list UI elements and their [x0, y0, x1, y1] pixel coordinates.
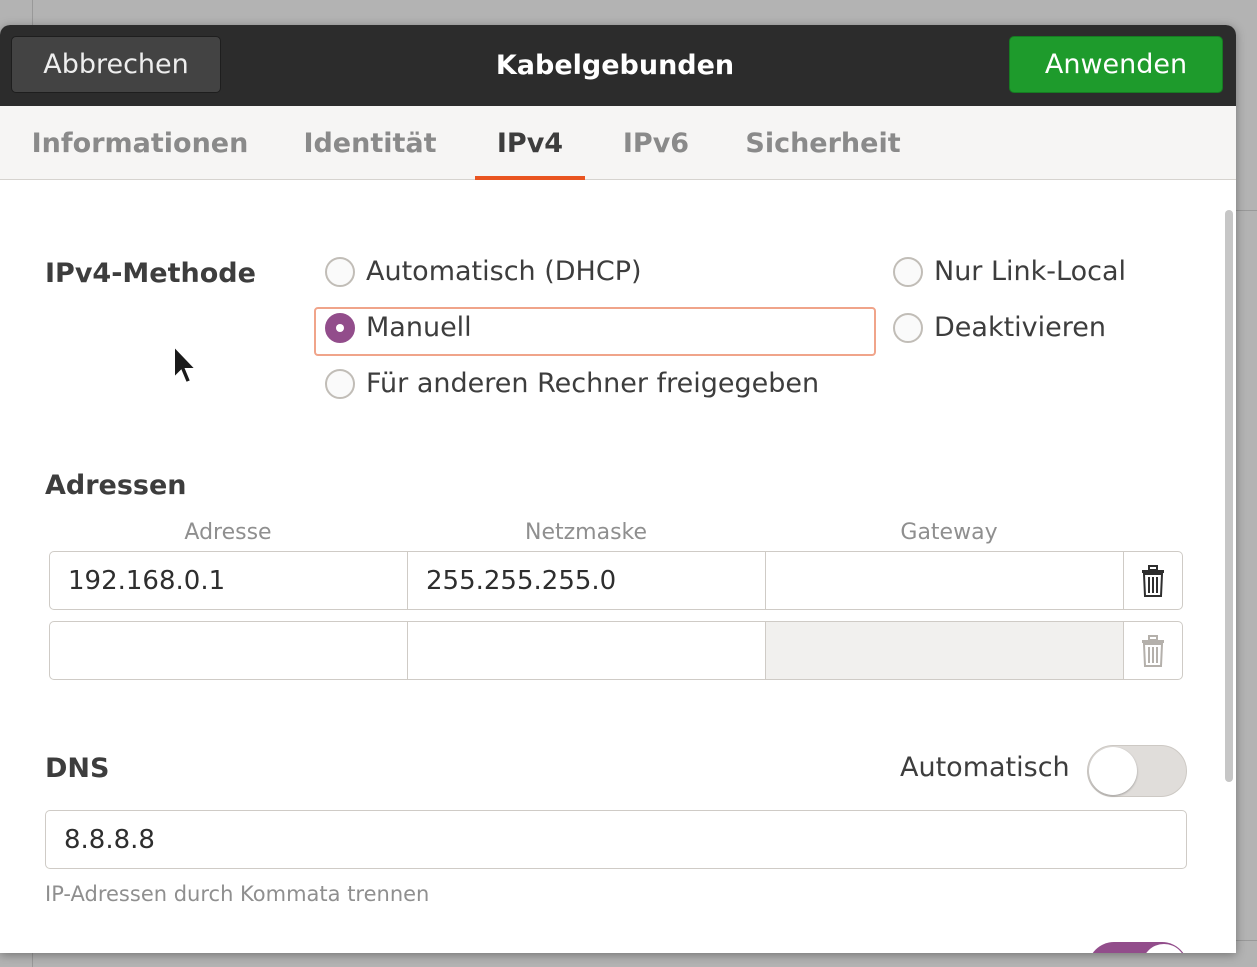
scrollbar[interactable] — [1225, 210, 1233, 782]
radio-manual[interactable]: Manuell — [325, 312, 472, 343]
column-header-gateway: Gateway — [900, 520, 998, 545]
tab-informationen[interactable]: Informationen — [26, 106, 254, 180]
toggle-knob — [1142, 944, 1186, 953]
column-header-netmask: Netzmaske — [524, 520, 648, 545]
dns-hint: IP-Adressen durch Kommata trennen — [45, 882, 430, 906]
address-row — [49, 621, 1183, 680]
radio-indicator — [893, 312, 923, 343]
ipv4-settings-panel: IPv4-Methode Automatisch (DHCP) Manuell … — [0, 180, 1236, 953]
tab-sicherheit[interactable]: Sicherheit — [740, 106, 906, 180]
background-divider — [1236, 940, 1257, 941]
radio-indicator — [325, 368, 355, 399]
tab-identitaet[interactable]: Identität — [296, 106, 444, 180]
radio-indicator — [325, 312, 355, 343]
dialog-title: Kabelgebunden — [495, 50, 735, 81]
gateway-field[interactable] — [766, 552, 1124, 609]
header-bar: Abbrechen Kabelgebunden Anwenden — [0, 25, 1236, 106]
radio-label: Manuell — [366, 312, 472, 343]
address-row: 192.168.0.1 255.255.255.0 — [49, 551, 1183, 610]
dns-label: DNS — [45, 753, 110, 784]
gateway-field — [766, 622, 1124, 679]
wired-connection-dialog: Abbrechen Kabelgebunden Anwenden Informa… — [0, 25, 1236, 953]
tab-ipv4[interactable]: IPv4 — [475, 106, 585, 180]
trash-icon — [1142, 564, 1164, 597]
mouse-cursor-icon — [173, 345, 198, 385]
radio-disable[interactable]: Deaktivieren — [893, 312, 1106, 343]
cancel-button[interactable]: Abbrechen — [11, 36, 221, 93]
delete-address-button[interactable] — [1124, 552, 1182, 609]
toggle-knob — [1089, 747, 1137, 795]
apply-button[interactable]: Anwenden — [1009, 36, 1223, 93]
radio-automatic-dhcp[interactable]: Automatisch (DHCP) — [325, 256, 642, 287]
dns-automatic-toggle[interactable] — [1087, 745, 1187, 797]
radio-indicator — [325, 256, 355, 287]
ipv4-method-label: IPv4-Methode — [45, 258, 256, 289]
radio-link-local[interactable]: Nur Link-Local — [893, 256, 1126, 287]
radio-shared[interactable]: Für anderen Rechner freigegeben — [325, 368, 819, 399]
netmask-field[interactable] — [408, 622, 766, 679]
address-field[interactable]: 192.168.0.1 — [50, 552, 408, 609]
dns-servers-field[interactable]: 8.8.8.8 — [45, 810, 1187, 869]
radio-label: Für anderen Rechner freigegeben — [366, 368, 820, 399]
address-field[interactable] — [50, 622, 408, 679]
column-header-address: Adresse — [184, 520, 272, 545]
radio-indicator — [893, 256, 923, 287]
routes-automatic-toggle[interactable] — [1088, 942, 1188, 953]
dns-automatic-label: Automatisch — [900, 752, 1070, 783]
radio-label: Deaktivieren — [934, 312, 1106, 343]
tab-bar: Informationen Identität IPv4 IPv6 Sicher… — [0, 106, 1236, 180]
addresses-label: Adressen — [45, 470, 187, 501]
radio-label: Automatisch (DHCP) — [366, 256, 642, 287]
tab-ipv6[interactable]: IPv6 — [612, 106, 700, 180]
background-divider — [1236, 210, 1257, 211]
netmask-field[interactable]: 255.255.255.0 — [408, 552, 766, 609]
delete-address-button — [1124, 622, 1182, 679]
trash-icon — [1142, 634, 1164, 667]
radio-label: Nur Link-Local — [934, 256, 1127, 287]
